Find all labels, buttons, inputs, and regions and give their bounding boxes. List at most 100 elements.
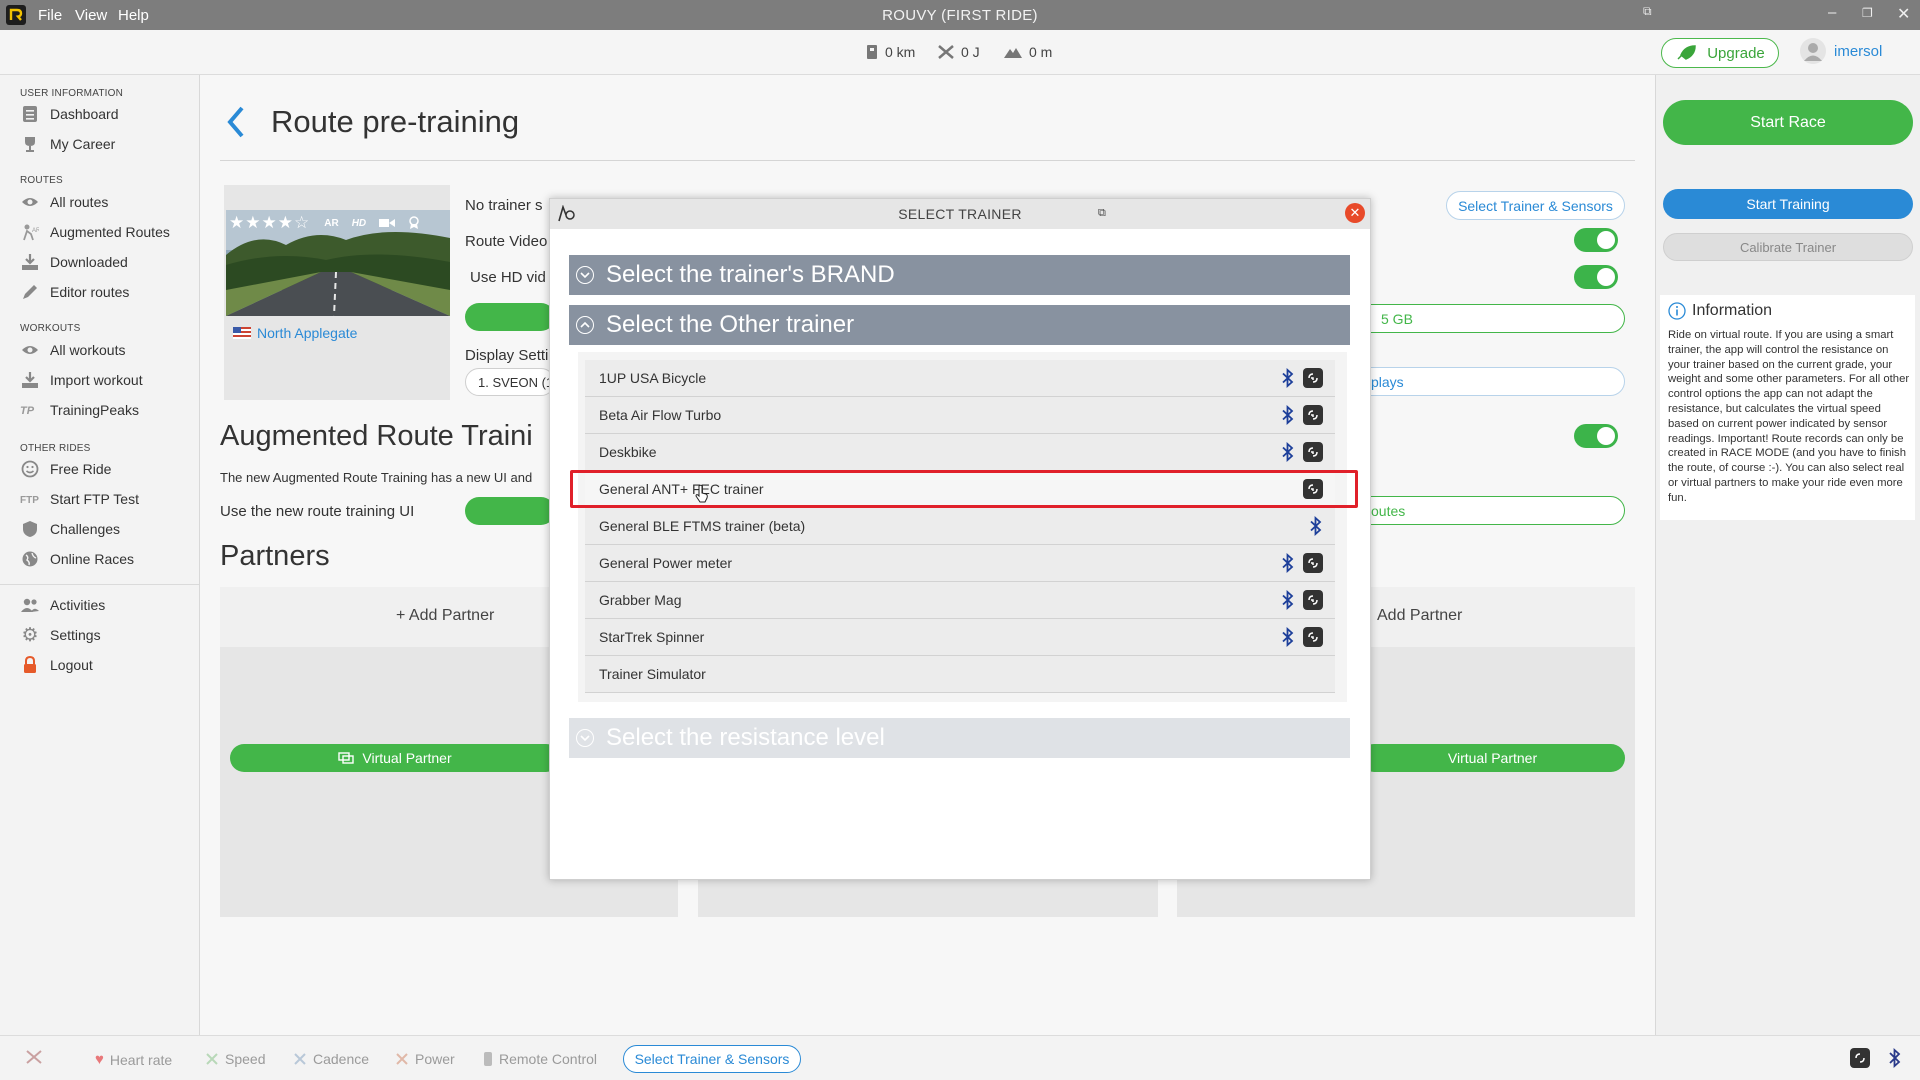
pencil-icon xyxy=(20,282,40,302)
ar-badge: AR xyxy=(324,217,339,229)
sidebar-item-start-ftp-test[interactable]: FTP Start FTP Test xyxy=(20,488,139,510)
download-size-button[interactable]: 5 GB xyxy=(1350,304,1625,333)
lock-icon xyxy=(20,655,40,675)
bluetooth-status-icon[interactable] xyxy=(1888,1047,1902,1069)
trainer-row-grabber-mag[interactable]: Grabber Mag xyxy=(585,582,1335,619)
route-video-toggle[interactable] xyxy=(1574,228,1618,252)
trainer-row-trainer-simulator[interactable]: Trainer Simulator xyxy=(585,656,1335,693)
power-label: Power xyxy=(415,1051,455,1067)
route-rating: ★ ★ ★ ★ ☆ AR HD xyxy=(229,213,420,233)
eye-icon xyxy=(20,340,40,360)
sidebar-item-my-career[interactable]: My Career xyxy=(20,133,115,155)
sidebar-item-challenges[interactable]: Challenges xyxy=(20,518,120,540)
trainer-name: Grabber Mag xyxy=(599,592,682,608)
window-close-button[interactable]: ✕ xyxy=(1897,4,1910,24)
add-partner-button-right[interactable]: Add Partner xyxy=(1377,607,1462,625)
augmented-title: Augmented Route Traini xyxy=(220,420,533,452)
import-icon xyxy=(20,370,40,390)
ant-plus-icon xyxy=(1303,368,1323,388)
back-arrow-icon[interactable] xyxy=(222,102,252,142)
window-maximize-button[interactable]: ❐ xyxy=(1862,6,1873,20)
route-name: North Applegate xyxy=(257,325,358,341)
star-icon: ★ xyxy=(229,213,245,232)
section-routes: ROUTES xyxy=(20,175,63,186)
trainer-row-startrek-spinner[interactable]: StarTrek Spinner xyxy=(585,619,1335,656)
chevron-up-icon xyxy=(576,316,594,334)
sidebar-item-label: Online Races xyxy=(50,551,135,567)
sidebar-item-settings[interactable]: ⚙ Settings xyxy=(20,624,100,646)
heart-rate-sensor[interactable]: ♥ Heart rate xyxy=(95,1051,172,1068)
sidebar-item-import-workout[interactable]: Import workout xyxy=(20,369,143,391)
select-trainer-sensors-bottom-button[interactable]: Select Trainer & Sensors xyxy=(623,1045,801,1073)
accordion-select-resistance[interactable]: Select the resistance level xyxy=(569,718,1350,758)
window-title: ROUVY (FIRST RIDE) xyxy=(882,7,1038,24)
sidebar-item-online-races[interactable]: Online Races xyxy=(20,548,134,570)
ant-plus-icon xyxy=(1303,553,1323,573)
dialog-close-button[interactable]: ✕ xyxy=(1345,203,1365,223)
sidebar-item-label: Free Ride xyxy=(50,461,112,477)
ant-plus-icon xyxy=(1303,627,1323,647)
star-icon: ★ xyxy=(261,213,277,232)
trainer-row-beta-air-flow-turbo[interactable]: Beta Air Flow Turbo xyxy=(585,397,1335,434)
sidebar-item-downloaded[interactable]: Downloaded xyxy=(20,251,128,273)
trainer-row-1up-usa-bicycle[interactable]: 1UP USA Bicycle xyxy=(585,360,1335,397)
sidebar-item-label: My Career xyxy=(50,136,116,152)
select-trainer-sensors-button[interactable]: Select Trainer & Sensors xyxy=(1446,191,1625,220)
upgrade-button[interactable]: Upgrade xyxy=(1661,38,1779,68)
new-ui-button[interactable] xyxy=(465,497,555,525)
display-select[interactable]: 1. SVEON (1 xyxy=(465,368,555,396)
calibrate-trainer-button[interactable]: Calibrate Trainer xyxy=(1663,233,1913,261)
sidebar-item-all-routes[interactable]: All routes xyxy=(20,191,108,213)
trainer-row-general-power-meter[interactable]: General Power meter xyxy=(585,545,1335,582)
window-restore-small-icon[interactable]: ⧉ xyxy=(1643,4,1652,19)
user-menu[interactable]: imersol xyxy=(1800,38,1882,64)
hd-video-toggle[interactable] xyxy=(1574,265,1618,289)
info-icon xyxy=(1668,302,1686,320)
sidebar-item-logout[interactable]: Logout xyxy=(20,654,93,676)
accordion-title: Select the resistance level xyxy=(606,724,885,751)
sidebar-item-all-workouts[interactable]: All workouts xyxy=(20,339,125,361)
trainer-row-deskbike[interactable]: Deskbike xyxy=(585,434,1335,471)
stats-bar: 0 km 0 J 0 m Upgrade imersol xyxy=(0,30,1920,75)
power-sensor[interactable]: Power xyxy=(395,1051,455,1067)
sidebar-item-trainingpeaks[interactable]: TP TrainingPeaks xyxy=(20,399,139,421)
partners-title: Partners xyxy=(220,540,330,572)
augmented-routes-button[interactable]: outes xyxy=(1350,496,1625,525)
bluetooth-icon xyxy=(1281,405,1295,425)
download-video-button[interactable] xyxy=(465,303,555,331)
information-title-text: Information xyxy=(1692,302,1773,319)
cadence-sensor[interactable]: Cadence xyxy=(293,1051,369,1067)
stat-distance: 0 km xyxy=(865,44,915,60)
add-partner-button[interactable]: + Add Partner xyxy=(396,607,494,625)
sidebar-item-editor-routes[interactable]: Editor routes xyxy=(20,281,129,303)
trainer-name: 1UP USA Bicycle xyxy=(599,370,707,386)
display-overlays-button[interactable]: plays xyxy=(1350,367,1625,396)
start-training-button[interactable]: Start Training xyxy=(1663,189,1913,219)
sidebar-item-augmented-routes[interactable]: AR Augmented Routes xyxy=(20,221,170,243)
sidebar-item-activities[interactable]: Activities xyxy=(20,594,105,616)
remote-control-sensor[interactable]: Remote Control xyxy=(483,1051,597,1067)
route-name-link[interactable]: North Applegate xyxy=(233,325,357,341)
trainer-row-general-ble-ftms[interactable]: General BLE FTMS trainer (beta) xyxy=(585,508,1335,545)
trainer-name: General Power meter xyxy=(599,555,733,571)
new-ui-toggle[interactable] xyxy=(1574,424,1618,448)
speed-sensor[interactable]: Speed xyxy=(205,1051,265,1067)
virtual-partner-button-right[interactable]: Virtual Partner xyxy=(1360,744,1625,772)
heart-icon: ♥ xyxy=(95,1051,104,1068)
virtual-partner-button[interactable]: Virtual Partner xyxy=(230,744,560,772)
accordion-select-brand[interactable]: Select the trainer's BRAND xyxy=(569,255,1350,295)
bluetooth-icon xyxy=(1281,590,1295,610)
virtual-partner-icon xyxy=(338,752,355,764)
accordion-select-other-trainer[interactable]: Select the Other trainer xyxy=(569,305,1350,345)
sidebar-item-label: Start FTP Test xyxy=(50,491,139,507)
sidebar-item-free-ride[interactable]: Free Ride xyxy=(20,458,111,480)
start-race-button[interactable]: Start Race xyxy=(1663,100,1913,145)
ant-status-icon[interactable] xyxy=(1850,1048,1870,1068)
information-text: Ride on virtual route. If you are using … xyxy=(1668,329,1910,504)
sidebar-item-dashboard[interactable]: Dashboard xyxy=(20,103,119,125)
window-minimize-button[interactable]: – xyxy=(1828,4,1836,21)
ant-plus-icon xyxy=(1303,405,1323,425)
download-icon xyxy=(20,252,40,272)
heart-rate-label: Heart rate xyxy=(109,1051,173,1068)
sidebar-item-label: Editor routes xyxy=(50,284,130,300)
